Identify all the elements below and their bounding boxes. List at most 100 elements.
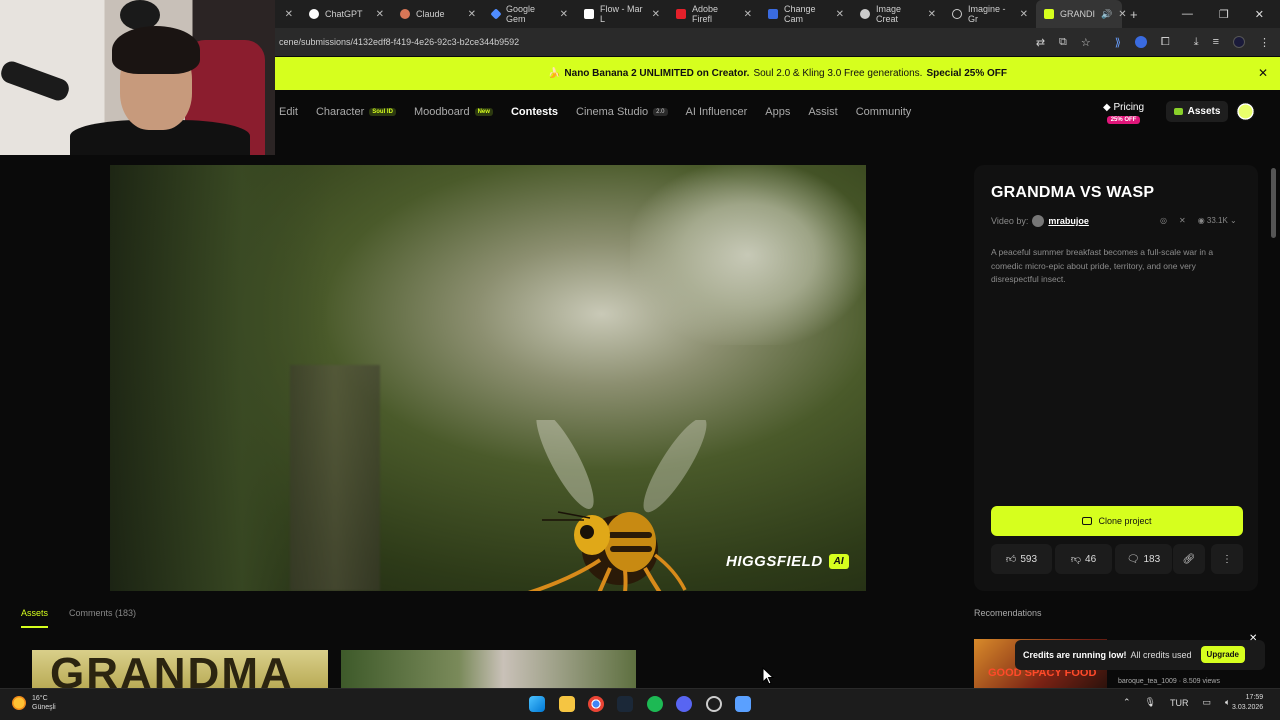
microphone-icon[interactable]: 🎙︎ [1145, 697, 1156, 708]
tab-partial[interactable]: ✕ [275, 0, 301, 28]
close-window-icon[interactable]: ✕ [1255, 8, 1264, 21]
nav-moodboard[interactable]: Moodboard New [414, 106, 493, 118]
discord-icon[interactable] [676, 696, 692, 712]
chrome-icon[interactable] [588, 696, 604, 712]
tab-claude[interactable]: Claude ✕ [392, 0, 484, 28]
extension-icon[interactable]: ⟫ [1115, 36, 1121, 49]
url-field[interactable]: cene/submissions/4132edf8-f419-4e26-92c3… [279, 37, 1036, 47]
close-icon[interactable]: ✕ [928, 9, 936, 20]
more-vertical-icon: ⋮ [1222, 553, 1232, 565]
speaker-icon[interactable]: 🔈︎ [1225, 697, 1230, 708]
tab-image-creator[interactable]: Image Creat ✕ [852, 0, 944, 28]
nav-apps[interactable]: Apps [765, 106, 790, 118]
menu-kebab-icon[interactable]: ⋮ [1259, 36, 1270, 49]
assets-button[interactable]: Assets [1166, 101, 1228, 122]
author-link[interactable]: mrabujoe [1048, 216, 1089, 226]
steam-icon[interactable] [617, 696, 633, 712]
minimize-icon[interactable]: — [1182, 8, 1193, 21]
asset-thumbnail-grandma[interactable]: GRANDMA [32, 650, 328, 688]
nav-cinema-studio[interactable]: Cinema Studio 2.0 [576, 106, 668, 118]
nav-badge: Soul ID [369, 108, 396, 116]
dislike-button[interactable]: 👎︎ 46 [1055, 544, 1112, 574]
file-explorer-icon[interactable] [559, 696, 575, 712]
close-icon[interactable]: ✕ [1020, 9, 1028, 20]
tab-imagine[interactable]: Imagine - Gr ✕ [944, 0, 1036, 28]
install-icon[interactable]: ⧉ [1059, 36, 1067, 49]
views-count: ◉ 33.1K ⌄ [1198, 216, 1237, 225]
notepad-icon[interactable] [735, 696, 751, 712]
nav-badge: New [474, 108, 493, 116]
chatgpt-icon [309, 9, 319, 19]
scrollbar-thumb[interactable] [1271, 168, 1276, 238]
close-icon[interactable]: ✕ [744, 9, 752, 20]
close-icon[interactable]: ✕ [1258, 66, 1268, 80]
window-controls: — ❐ ✕ [1182, 8, 1280, 21]
weather-widget[interactable]: 16°C Güneşli [12, 694, 56, 712]
close-icon[interactable]: ✕ [560, 9, 568, 20]
nav-contests[interactable]: Contests [511, 106, 558, 118]
asset-thumbnail-grandma-photo[interactable] [341, 650, 636, 688]
profile-icon[interactable] [1233, 36, 1245, 48]
user-avatar[interactable] [1236, 102, 1255, 121]
copy-link-button[interactable]: 🔗︎ [1173, 544, 1205, 574]
chevron-up-icon[interactable]: ⌃ [1123, 697, 1131, 708]
translate-icon[interactable]: ⇄ [1036, 36, 1045, 49]
author-avatar[interactable] [1032, 215, 1045, 227]
comments-button[interactable]: 🗨︎ 183 [1115, 544, 1172, 574]
tab-gemini[interactable]: Google Gem ✕ [484, 0, 576, 28]
browser-tab-bar: ✕ ChatGPT ✕ Claude ✕ Google Gem ✕ Flow - Ma… [275, 0, 1280, 28]
nav-character[interactable]: Character Soul ID [316, 106, 396, 118]
instagram-icon[interactable]: ◎ [1160, 216, 1167, 225]
spotify-icon[interactable] [647, 696, 663, 712]
language-indicator[interactable]: TUR [1170, 698, 1189, 708]
views-value: 33.1K [1206, 216, 1228, 225]
tab-flow[interactable]: Flow - Mar L ✕ [576, 0, 668, 28]
close-icon[interactable]: ✕ [1249, 633, 1257, 644]
tab-change-cam[interactable]: Change Cam ✕ [760, 0, 852, 28]
close-icon[interactable]: ✕ [376, 9, 384, 20]
new-tab-button[interactable]: + [1122, 0, 1148, 28]
tab-adobe-firefly[interactable]: Adobe Firefl ✕ [668, 0, 760, 28]
close-icon[interactable]: ✕ [836, 9, 844, 20]
download-icon[interactable]: ⤓ [1194, 36, 1199, 49]
puzzle-icon[interactable]: ⧠ [1161, 36, 1170, 49]
maximize-icon[interactable]: ❐ [1219, 8, 1229, 21]
windows-start-icon[interactable] [529, 696, 545, 712]
video-description: A peaceful summer breakfast becomes a fu… [991, 247, 1214, 284]
close-icon[interactable]: ✕ [652, 9, 660, 20]
page-scrollbar[interactable] [1271, 128, 1276, 688]
nav-assist[interactable]: Assist [808, 106, 837, 118]
bookmark-star-icon[interactable]: ☆ [1081, 36, 1091, 49]
taskbar-clock[interactable]: 17:59 3.03.2026 [1232, 693, 1263, 713]
promo-banner[interactable]: 🍌 Nano Banana 2 UNLIMITED on Creator. So… [275, 57, 1280, 90]
upgrade-button[interactable]: Upgrade [1200, 646, 1245, 663]
tab-assets[interactable]: Assets [21, 608, 48, 618]
clone-label: Clone project [1098, 516, 1152, 526]
close-icon[interactable]: ✕ [468, 9, 476, 20]
gemini-icon [490, 8, 502, 20]
tab-chatgpt[interactable]: ChatGPT ✕ [301, 0, 392, 28]
video-player[interactable]: HIGGSFIELD AI [110, 165, 866, 591]
tab-grandma-active[interactable]: GRANDI 🔊 ✕ [1036, 0, 1127, 28]
tab-comments[interactable]: Comments (183) [69, 608, 136, 618]
wasp-image [527, 420, 707, 591]
pricing-link[interactable]: ◆ Pricing 25% OFF [1103, 102, 1144, 124]
like-button[interactable]: 👍︎ 593 [991, 544, 1052, 574]
extension-blue-icon[interactable] [1134, 36, 1147, 48]
nav-community[interactable]: Community [856, 106, 912, 118]
audio-icon[interactable]: 🔊 [1101, 9, 1112, 20]
nav-edit[interactable]: Edit [279, 106, 298, 118]
flow-icon [584, 9, 594, 19]
chevron-down-icon[interactable]: ⌄ [1230, 216, 1237, 225]
x-icon[interactable]: ✕ [1179, 216, 1186, 225]
reading-list-icon[interactable]: ≡ [1213, 36, 1219, 48]
more-options-button[interactable]: ⋮ [1211, 544, 1243, 574]
clone-project-button[interactable]: Clone project [991, 506, 1243, 536]
folder-icon [1173, 108, 1183, 115]
windows-taskbar [0, 688, 1280, 720]
obs-icon[interactable] [706, 696, 722, 712]
close-icon[interactable]: ✕ [285, 9, 293, 20]
display-icon[interactable]: ▭ [1202, 697, 1211, 708]
active-tab-indicator [21, 626, 48, 628]
nav-ai-influencer[interactable]: AI Influencer [686, 106, 748, 118]
